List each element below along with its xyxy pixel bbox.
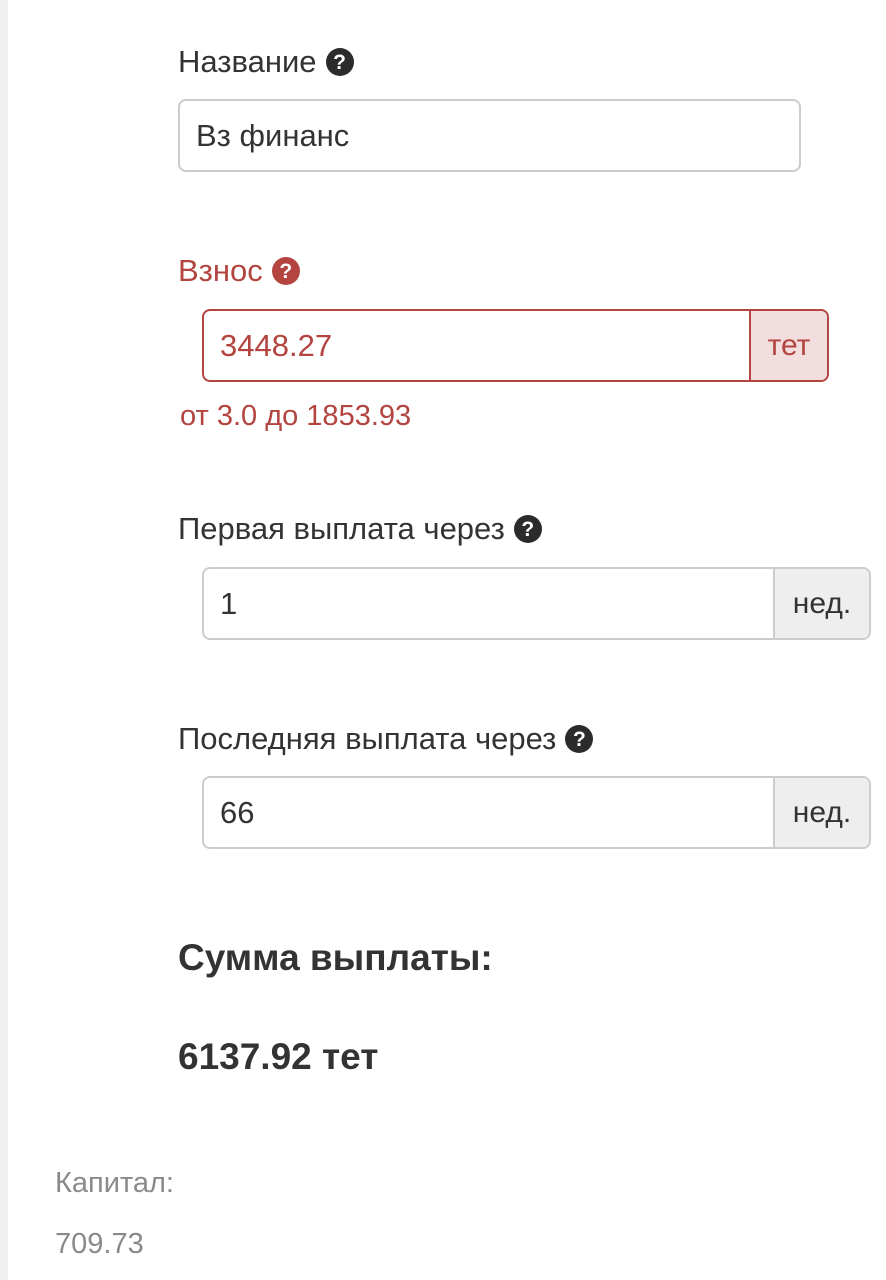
first-payment-unit-addon: нед. [773,569,869,638]
name-input-value: Вз финанс [196,117,350,153]
question-circle-icon[interactable]: ? [513,515,542,543]
payout-sum-title: Сумма выплаты: [178,937,493,978]
last-payment-input-value: 66 [220,794,255,830]
last-payment-label: Последняя выплата через [178,721,557,756]
deposit-unit-addon: тет [749,311,827,380]
form-panel [8,0,886,1280]
name-label-row: Название ? [178,42,354,82]
last-payment-input[interactable]: 66 нед. [202,776,871,849]
deposit-error-text: от 3.0 до 1853.93 [180,400,412,432]
question-circle-icon[interactable]: ? [325,48,354,76]
first-payment-input-value: 1 [220,585,238,621]
payout-sum-amount: 6137.92 тет [178,1036,379,1077]
last-payment-label-row: Последняя выплата через ? [178,719,594,759]
question-circle-icon[interactable]: ? [271,257,300,285]
deposit-input-value: 3448.27 [220,327,333,363]
name-input[interactable]: Вз финанс [178,99,801,172]
last-payment-unit-addon: нед. [773,778,869,847]
first-payment-label-row: Первая выплата через ? [178,509,542,549]
deposit-label: Взнос [178,253,263,288]
capital-label: Капитал: [55,1167,174,1199]
name-label: Название [178,44,317,79]
capital-value: 709.73 [55,1228,144,1260]
deposit-label-row: Взнос ? [178,251,300,291]
question-circle-icon[interactable]: ? [565,725,594,753]
deposit-input[interactable]: 3448.27 тет [202,309,829,382]
first-payment-label: Первая выплата через [178,511,505,546]
first-payment-input[interactable]: 1 нед. [202,567,871,640]
